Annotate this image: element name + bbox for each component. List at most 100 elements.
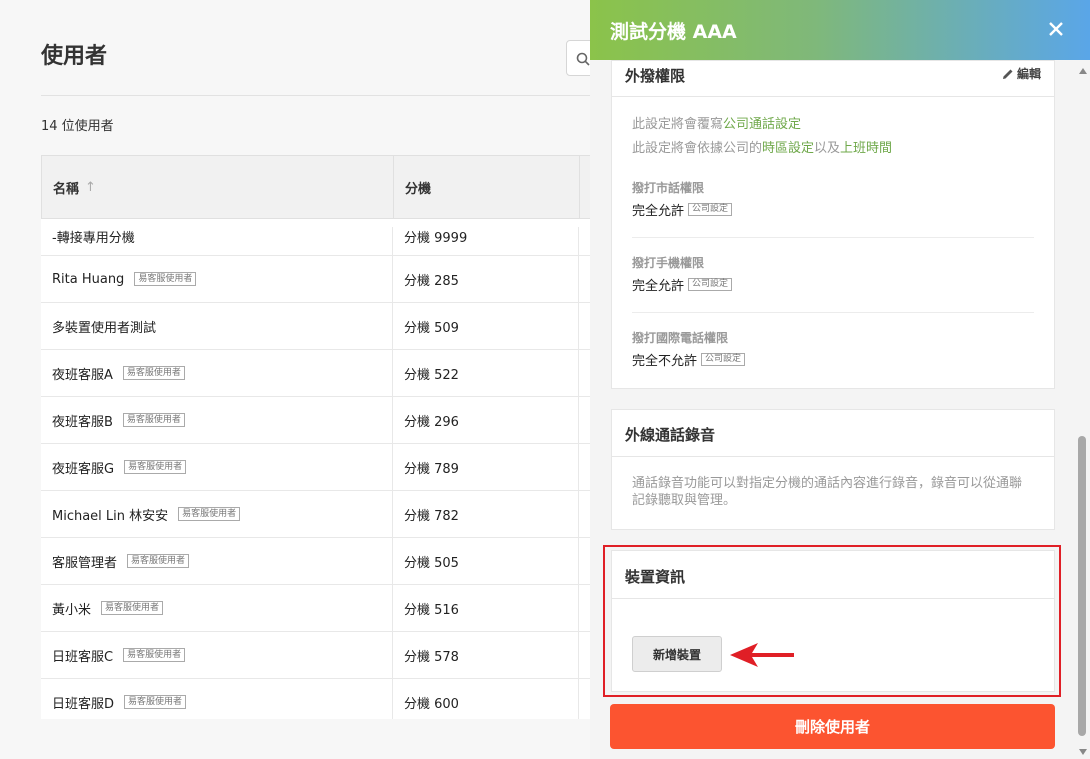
permission-item: 撥打國際電話權限 完全不允許 公司設定 — [632, 329, 1034, 369]
outbound-permission-card: 外撥權限 編輯 此設定將會覆寫公司通話設定 此設定將會依據公司的時區設定以及上班… — [611, 60, 1055, 389]
extension-cell: 分機 505 — [393, 538, 579, 584]
user-name: 多裝置使用者測試 — [52, 320, 157, 336]
user-count: 14 位使用者 — [41, 119, 114, 134]
card-title: 外撥權限 — [625, 67, 686, 85]
permission-value-text: 完全不允許 — [632, 354, 698, 369]
table-row[interactable]: 夜班客服A 易客服使用者 分機 522 — [41, 350, 601, 397]
user-name-cell: 多裝置使用者測試 — [41, 303, 393, 349]
card-body: 此設定將會覆寫公司通話設定 此設定將會依據公司的時區設定以及上班時間 撥打市話權… — [612, 97, 1054, 369]
table-header: 名稱 ↑ 分機 — [41, 155, 601, 219]
column-header-extension[interactable]: 分機 — [394, 156, 580, 218]
note-text: 此設定將會依據公司的 — [632, 141, 763, 156]
extension-cell: 分機 9999 — [393, 227, 579, 255]
extension-cell: 分機 578 — [393, 632, 579, 678]
note-text: 此設定將會覆寫 — [632, 117, 724, 132]
recording-description: 通話錄音功能可以對指定分機的通話內容進行錄音，錄音可以從通聯記錄聽取與管理。 — [632, 476, 1023, 508]
user-name-cell: 日班客服D 易客服使用者 — [41, 679, 393, 719]
user-name: 黃小米 — [52, 602, 92, 618]
close-button[interactable] — [1044, 17, 1068, 41]
extension-cell: 分機 782 — [393, 491, 579, 537]
table-body: -轉接專用分機 分機 9999 Rita Huang 易客服使用者 分機 285 多裝置使… — [41, 219, 601, 719]
user-name-cell: -轉接專用分機 — [41, 227, 393, 255]
permission-label: 撥打手機權限 — [632, 256, 705, 270]
recording-card: 外線通話錄音 通話錄音功能可以對指定分機的通話內容進行錄音，錄音可以從通聯記錄聽… — [611, 409, 1055, 530]
permission-value: 完全允許 公司設定 — [632, 200, 1034, 219]
extension-cell: 分機 516 — [393, 585, 579, 631]
table-row[interactable]: Rita Huang 易客服使用者 分機 285 — [41, 256, 601, 303]
card-title: 外線通話錄音 — [625, 426, 716, 444]
user-name: Rita Huang — [52, 271, 125, 287]
edit-button[interactable]: 編輯 — [1002, 65, 1041, 82]
highlight-annotation — [603, 545, 1061, 697]
table-row[interactable]: 日班客服D 易客服使用者 分機 600 — [41, 679, 601, 719]
table-row[interactable]: 多裝置使用者測試 分機 509 — [41, 303, 601, 350]
delete-user-button[interactable]: 刪除使用者 — [610, 704, 1055, 749]
extension-cell: 分機 285 — [393, 256, 579, 302]
user-name-cell: 客服管理者 易客服使用者 — [41, 538, 393, 584]
scroll-thumb[interactable] — [1078, 436, 1086, 736]
scroll-down-icon[interactable] — [1079, 749, 1087, 755]
company-setting-badge: 公司設定 — [688, 278, 733, 291]
permission-value-text: 完全允許 — [632, 279, 685, 294]
column-header-name[interactable]: 名稱 ↑ — [42, 156, 394, 218]
user-name-cell: 夜班客服G 易客服使用者 — [41, 444, 393, 490]
user-name-cell: 黃小米 易客服使用者 — [41, 585, 393, 631]
table-row[interactable]: -轉接專用分機 分機 9999 — [41, 219, 601, 256]
column-header-label: 名稱 — [53, 181, 80, 197]
user-type-badge: 易客服使用者 — [178, 507, 241, 521]
card-header: 外線通話錄音 — [612, 410, 1054, 457]
table-row[interactable]: 夜班客服B 易客服使用者 分機 296 — [41, 397, 601, 444]
user-type-badge: 易客服使用者 — [122, 366, 185, 380]
column-header-label: 分機 — [405, 181, 432, 197]
company-call-settings-link[interactable]: 公司通話設定 — [723, 117, 801, 132]
edit-label: 編輯 — [1016, 67, 1041, 81]
table-row[interactable]: 夜班客服G 易客服使用者 分機 789 — [41, 444, 601, 491]
table-row[interactable]: Michael Lin 林安安 易客服使用者 分機 782 — [41, 491, 601, 538]
user-name: -轉接專用分機 — [52, 231, 135, 246]
timezone-note: 此設定將會依據公司的時區設定以及上班時間 — [632, 137, 1034, 161]
user-name: 夜班客服G — [52, 461, 115, 477]
scrollbar[interactable] — [1074, 60, 1090, 759]
user-name-cell: 夜班客服A 易客服使用者 — [41, 350, 393, 396]
user-type-badge: 易客服使用者 — [124, 695, 187, 709]
override-note: 此設定將會覆寫公司通話設定 — [632, 113, 1034, 137]
divider — [41, 95, 601, 96]
user-name: 日班客服C — [52, 649, 114, 665]
divider — [632, 312, 1034, 313]
company-setting-badge: 公司設定 — [701, 353, 746, 366]
drawer-header: 測試分機 AAA — [590, 0, 1090, 60]
divider — [632, 237, 1034, 238]
work-hours-link[interactable]: 上班時間 — [840, 141, 892, 156]
permission-label: 撥打國際電話權限 — [632, 331, 729, 345]
user-name: 夜班客服B — [52, 414, 113, 430]
permission-item: 撥打市話權限 完全允許 公司設定 — [632, 179, 1034, 219]
user-type-badge: 易客服使用者 — [127, 554, 190, 568]
company-setting-badge: 公司設定 — [688, 203, 733, 216]
user-name: 客服管理者 — [52, 555, 118, 571]
permission-value: 完全允許 公司設定 — [632, 275, 1034, 294]
permission-value-text: 完全允許 — [632, 204, 685, 219]
timezone-settings-link[interactable]: 時區設定 — [762, 141, 814, 156]
user-name: 日班客服D — [52, 696, 115, 712]
scroll-up-icon[interactable] — [1079, 68, 1087, 74]
user-type-badge: 易客服使用者 — [122, 413, 185, 427]
user-name-cell: 夜班客服B 易客服使用者 — [41, 397, 393, 443]
table-row[interactable]: 日班客服C 易客服使用者 分機 578 — [41, 632, 601, 679]
permission-label: 撥打市話權限 — [632, 181, 705, 195]
user-detail-drawer: 測試分機 AAA 外撥權限 編輯 此設定將會覆寫公司通話設定 此設定將會依據公司… — [590, 0, 1090, 759]
users-table: 名稱 ↑ 分機 -轉接專用分機 分機 9999 Rita Huang 易客服使用者 分機… — [41, 155, 601, 719]
search-icon — [576, 52, 590, 66]
user-name-cell: Michael Lin 林安安 易客服使用者 — [41, 491, 393, 537]
permission-value: 完全不允許 公司設定 — [632, 350, 1034, 369]
table-row[interactable]: 黃小米 易客服使用者 分機 516 — [41, 585, 601, 632]
table-row[interactable]: 客服管理者 易客服使用者 分機 505 — [41, 538, 601, 585]
pencil-icon — [1002, 69, 1013, 79]
close-icon — [1049, 22, 1063, 36]
extension-cell: 分機 509 — [393, 303, 579, 349]
arrow-annotation-icon — [730, 643, 794, 667]
extension-cell: 分機 600 — [393, 679, 579, 719]
extension-cell: 分機 789 — [393, 444, 579, 490]
user-type-badge: 易客服使用者 — [124, 460, 187, 474]
user-type-badge: 易客服使用者 — [123, 648, 186, 662]
note-text: 以及 — [814, 141, 841, 156]
